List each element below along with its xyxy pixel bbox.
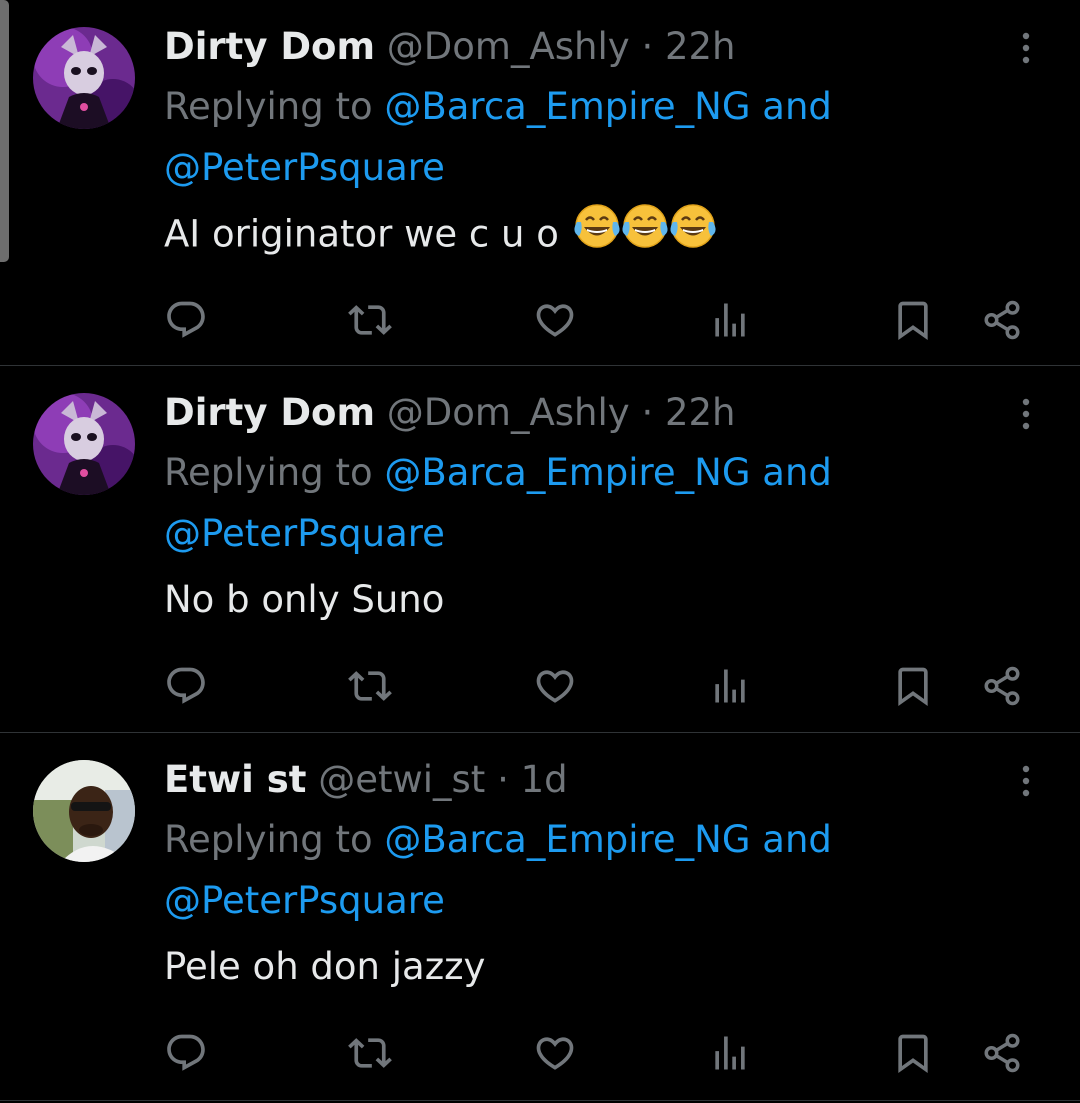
like-button[interactable] (525, 1023, 585, 1083)
tweet[interactable]: Dirty Dom @Dom_Ashly · 22h Replying to @… (0, 366, 1080, 732)
reply-icon (167, 667, 205, 704)
repost-icon (348, 305, 392, 335)
repost-button[interactable] (340, 290, 400, 350)
bookmark-icon (898, 1034, 928, 1074)
reply-icon (167, 301, 205, 338)
views-button[interactable] (700, 290, 760, 350)
share-icon (984, 300, 1020, 340)
tweet[interactable]: Dirty Dom @Dom_Ashly · 22h Replying to @… (0, 0, 1080, 365)
tweet-header: Etwi st @etwi_st · 1d (164, 753, 568, 807)
avatar[interactable] (33, 27, 135, 129)
like-icon (536, 670, 574, 703)
tweet-text: AI originator we c u o (164, 202, 717, 270)
repost-button[interactable] (340, 656, 400, 716)
tweet-actions (0, 290, 1080, 350)
views-icon (715, 669, 745, 703)
display-name[interactable]: Dirty Dom (164, 391, 375, 434)
like-button[interactable] (525, 656, 585, 716)
share-icon (984, 1033, 1020, 1073)
username[interactable]: @Dom_Ashly (387, 391, 630, 434)
replying-to-label: Replying to (164, 85, 385, 128)
tweet-actions (0, 656, 1080, 716)
bookmark-button[interactable] (883, 656, 943, 716)
timestamp[interactable]: 1d (521, 758, 568, 801)
separator-dot: · (497, 758, 509, 801)
more-options-icon[interactable] (1014, 28, 1038, 68)
tweet-actions (0, 1023, 1080, 1083)
replying-to-label: Replying to (164, 451, 385, 494)
repost-button[interactable] (340, 1023, 400, 1083)
avatar[interactable] (33, 760, 135, 862)
mention-conjunction[interactable]: and (751, 85, 832, 128)
bookmark-button[interactable] (883, 1023, 943, 1083)
share-button[interactable] (972, 290, 1032, 350)
tweet-header: Dirty Dom @Dom_Ashly · 22h (164, 20, 736, 74)
tweet-text-content: No b only Suno (164, 578, 445, 621)
repost-icon (348, 671, 392, 701)
like-icon (536, 1037, 574, 1070)
display-name[interactable]: Dirty Dom (164, 25, 375, 68)
username[interactable]: @etwi_st (318, 758, 485, 801)
username[interactable]: @Dom_Ashly (387, 25, 630, 68)
bookmark-button[interactable] (883, 290, 943, 350)
views-button[interactable] (700, 1023, 760, 1083)
tears-of-joy-emoji-icon (573, 202, 717, 270)
replying-to: Replying to @Barca_Empire_NG and @PeterP… (164, 809, 964, 931)
more-options-icon[interactable] (1014, 761, 1038, 801)
display-name[interactable]: Etwi st (164, 758, 306, 801)
reply-button[interactable] (156, 656, 216, 716)
views-icon (715, 1036, 745, 1070)
timestamp[interactable]: 22h (665, 391, 736, 434)
tweet-text: Pele oh don jazzy (164, 935, 485, 999)
replying-to: Replying to @Barca_Empire_NG and @PeterP… (164, 442, 964, 564)
tweet-text-content: AI originator we c u o (164, 212, 559, 256)
repost-icon (348, 1038, 392, 1068)
tweet-text: No b only Suno (164, 568, 444, 632)
reply-button[interactable] (156, 290, 216, 350)
separator-dot: · (641, 391, 654, 434)
views-button[interactable] (700, 656, 760, 716)
tweet[interactable]: Etwi st @etwi_st · 1d Replying to @Barca… (0, 733, 1080, 1103)
views-icon (715, 303, 745, 337)
mention-link[interactable]: @PeterPsquare (164, 512, 445, 555)
like-icon (536, 304, 574, 337)
replying-to-label: Replying to (164, 818, 385, 861)
share-button[interactable] (972, 656, 1032, 716)
separator-dot: · (641, 25, 654, 68)
mention-link[interactable]: @Barca_Empire_NG (384, 85, 750, 128)
avatar[interactable] (33, 393, 135, 495)
mention-link[interactable]: @Barca_Empire_NG (384, 451, 750, 494)
bookmark-icon (898, 667, 928, 707)
share-icon (984, 666, 1020, 706)
more-options-icon[interactable] (1014, 394, 1038, 434)
reply-icon (167, 1034, 205, 1071)
mention-link[interactable]: @Barca_Empire_NG (384, 818, 750, 861)
share-button[interactable] (972, 1023, 1032, 1083)
tweet-header: Dirty Dom @Dom_Ashly · 22h (164, 386, 736, 440)
divider (0, 1100, 1080, 1101)
mention-conjunction[interactable]: and (751, 451, 832, 494)
bookmark-icon (898, 301, 928, 341)
mention-link[interactable]: @PeterPsquare (164, 146, 445, 189)
like-button[interactable] (525, 290, 585, 350)
replying-to: Replying to @Barca_Empire_NG and @PeterP… (164, 76, 964, 198)
reply-button[interactable] (156, 1023, 216, 1083)
mention-link[interactable]: @PeterPsquare (164, 879, 445, 922)
timestamp[interactable]: 22h (665, 25, 736, 68)
mention-conjunction[interactable]: and (751, 818, 832, 861)
tweet-text-content: Pele oh don jazzy (164, 945, 486, 988)
